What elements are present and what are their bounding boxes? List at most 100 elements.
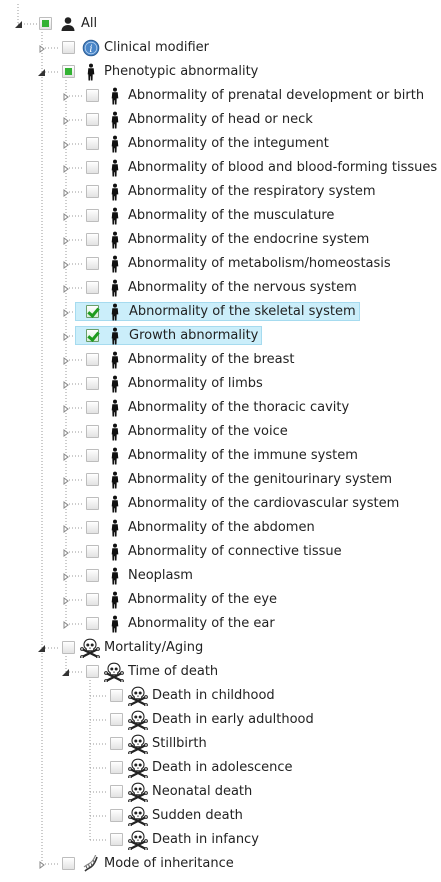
node-label[interactable]: Time of death	[125, 662, 221, 681]
node-checkbox[interactable]	[86, 617, 99, 630]
expand-arrow-icon[interactable]	[61, 523, 71, 533]
tree-node[interactable]: Death in early adulthood	[0, 708, 441, 732]
node-label[interactable]: Neonatal death	[149, 782, 255, 801]
tree-node[interactable]: Abnormality of the cardiovascular system	[0, 492, 441, 516]
node-checkbox[interactable]	[62, 41, 75, 54]
tree-node[interactable]: Abnormality of the thoracic cavity	[0, 396, 441, 420]
node-checkbox[interactable]	[86, 329, 99, 342]
node-label[interactable]: Abnormality of the genitourinary system	[125, 470, 395, 489]
node-label[interactable]: Abnormality of blood and blood-forming t…	[125, 158, 440, 177]
node-checkbox[interactable]	[86, 161, 99, 174]
tree-node[interactable]: Abnormality of the skeletal system	[0, 300, 441, 324]
node-label[interactable]: All	[78, 14, 100, 33]
node-checkbox[interactable]	[86, 377, 99, 390]
node-label[interactable]: Neoplasm	[125, 566, 196, 585]
expand-arrow-icon[interactable]	[61, 235, 71, 245]
node-checkbox[interactable]	[86, 209, 99, 222]
expand-arrow-icon[interactable]	[61, 451, 71, 461]
tree-node[interactable]: Abnormality of prenatal development or b…	[0, 84, 441, 108]
tree-node[interactable]: Abnormality of the eye	[0, 588, 441, 612]
expand-arrow-icon[interactable]	[61, 355, 71, 365]
node-label[interactable]: Death in early adulthood	[149, 710, 317, 729]
tree-node[interactable]: Growth abnormality	[0, 324, 441, 348]
node-checkbox[interactable]	[86, 665, 99, 678]
node-label[interactable]: Abnormality of the abdomen	[125, 518, 318, 537]
tree-node[interactable]: Neonatal death	[0, 780, 441, 804]
node-checkbox[interactable]	[86, 185, 99, 198]
node-checkbox[interactable]	[86, 113, 99, 126]
expand-arrow-icon[interactable]	[61, 139, 71, 149]
node-label[interactable]: Abnormality of the thoracic cavity	[125, 398, 352, 417]
tree-node[interactable]: i Clinical modifier	[0, 36, 441, 60]
tree-node[interactable]: Stillbirth	[0, 732, 441, 756]
tree-node[interactable]: Abnormality of head or neck	[0, 108, 441, 132]
tree-node[interactable]: Abnormality of the breast	[0, 348, 441, 372]
node-label[interactable]: Abnormality of the breast	[125, 350, 298, 369]
node-label[interactable]: Abnormality of the integument	[125, 134, 332, 153]
node-checkbox[interactable]	[86, 593, 99, 606]
tree-node[interactable]: Abnormality of the ear	[0, 612, 441, 636]
node-checkbox[interactable]	[110, 689, 123, 702]
tree-node[interactable]: Death in childhood	[0, 684, 441, 708]
tree-node[interactable]: Abnormality of the nervous system	[0, 276, 441, 300]
node-label[interactable]: Abnormality of the musculature	[125, 206, 337, 225]
node-checkbox[interactable]	[86, 545, 99, 558]
tree-node[interactable]: Sudden death	[0, 804, 441, 828]
tree-node[interactable]: Abnormality of blood and blood-forming t…	[0, 156, 441, 180]
node-label[interactable]: Abnormality of prenatal development or b…	[125, 86, 427, 105]
node-checkbox[interactable]	[86, 497, 99, 510]
tree-node[interactable]: Abnormality of the respiratory system	[0, 180, 441, 204]
expand-arrow-icon[interactable]	[61, 307, 71, 317]
node-label[interactable]: Phenotypic abnormality	[101, 62, 261, 81]
node-checkbox[interactable]	[86, 233, 99, 246]
tree-node[interactable]: Death in infancy	[0, 828, 441, 852]
node-label[interactable]: Abnormality of metabolism/homeostasis	[125, 254, 394, 273]
node-checkbox[interactable]	[86, 281, 99, 294]
expand-arrow-icon[interactable]	[61, 475, 71, 485]
expand-arrow-icon[interactable]	[61, 331, 71, 341]
tree-node[interactable]: Time of death	[0, 660, 441, 684]
node-checkbox[interactable]	[39, 17, 52, 30]
node-checkbox[interactable]	[86, 521, 99, 534]
node-checkbox[interactable]	[86, 569, 99, 582]
expand-arrow-icon[interactable]	[61, 91, 71, 101]
expand-arrow-icon[interactable]	[61, 163, 71, 173]
expand-arrow-icon[interactable]	[61, 619, 71, 629]
tree-node[interactable]: Neoplasm	[0, 564, 441, 588]
expand-arrow-icon[interactable]	[37, 859, 47, 869]
tree-node[interactable]: Death in adolescence	[0, 756, 441, 780]
expand-arrow-icon[interactable]	[61, 403, 71, 413]
node-checkbox[interactable]	[110, 761, 123, 774]
node-label[interactable]: Abnormality of the cardiovascular system	[125, 494, 402, 513]
node-label[interactable]: Abnormality of the endocrine system	[125, 230, 372, 249]
expand-arrow-icon[interactable]	[61, 283, 71, 293]
node-checkbox[interactable]	[110, 737, 123, 750]
tree-node[interactable]: All	[0, 12, 441, 36]
node-label[interactable]: Abnormality of the eye	[125, 590, 280, 609]
node-label[interactable]: Abnormality of the immune system	[125, 446, 361, 465]
node-checkbox[interactable]	[86, 401, 99, 414]
tree-node[interactable]: Abnormality of metabolism/homeostasis	[0, 252, 441, 276]
node-checkbox[interactable]	[110, 833, 123, 846]
node-checkbox[interactable]	[86, 305, 99, 318]
node-label[interactable]: Stillbirth	[149, 734, 210, 753]
tree-node[interactable]: Abnormality of the musculature	[0, 204, 441, 228]
node-checkbox[interactable]	[62, 641, 75, 654]
tree-node[interactable]: Phenotypic abnormality	[0, 60, 441, 84]
node-checkbox[interactable]	[86, 425, 99, 438]
expand-arrow-icon[interactable]	[61, 259, 71, 269]
node-label[interactable]: Mortality/Aging	[101, 638, 206, 657]
node-label[interactable]: Sudden death	[149, 806, 246, 825]
tree-node[interactable]: Abnormality of the endocrine system	[0, 228, 441, 252]
node-checkbox[interactable]	[86, 89, 99, 102]
expand-arrow-icon[interactable]	[61, 499, 71, 509]
node-label[interactable]: Clinical modifier	[101, 38, 212, 57]
expand-arrow-icon[interactable]	[61, 115, 71, 125]
node-label[interactable]: Abnormality of connective tissue	[125, 542, 345, 561]
node-checkbox[interactable]	[86, 137, 99, 150]
node-checkbox[interactable]	[110, 785, 123, 798]
expand-arrow-icon[interactable]	[61, 187, 71, 197]
node-label[interactable]: Abnormality of the respiratory system	[125, 182, 379, 201]
tree-node[interactable]: Abnormality of the genitourinary system	[0, 468, 441, 492]
node-label[interactable]: Mode of inheritance	[101, 854, 237, 873]
